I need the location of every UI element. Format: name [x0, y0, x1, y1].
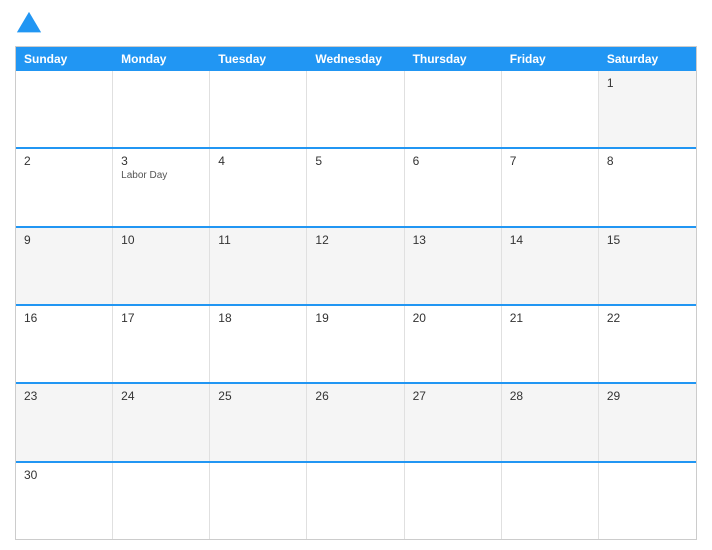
day-number: 17	[121, 311, 201, 325]
day-cell: 11	[210, 228, 307, 304]
day-cell: 22	[599, 306, 696, 382]
day-cell: 3 Labor Day	[113, 149, 210, 225]
day-cell: 15	[599, 228, 696, 304]
day-cell: 21	[502, 306, 599, 382]
day-cell	[210, 71, 307, 147]
weeks: 123Labor Day4567891011121314151617181920…	[16, 71, 696, 539]
day-number: 29	[607, 389, 688, 403]
day-number: 30	[24, 468, 104, 482]
day-cell: 17	[113, 306, 210, 382]
day-number: 4	[218, 154, 298, 168]
day-number: 11	[218, 233, 298, 247]
day-header-monday: Monday	[113, 47, 210, 71]
week-row-4: 23 24 25 26 27 28 29	[16, 382, 696, 460]
day-cell: 1	[599, 71, 696, 147]
day-cell: 23	[16, 384, 113, 460]
day-number: 14	[510, 233, 590, 247]
day-cell: 25	[210, 384, 307, 460]
day-cell: 27	[405, 384, 502, 460]
day-cell: 28	[502, 384, 599, 460]
day-number: 16	[24, 311, 104, 325]
day-cell: 29	[599, 384, 696, 460]
day-cell: 13	[405, 228, 502, 304]
day-number: 25	[218, 389, 298, 403]
day-cell: 20	[405, 306, 502, 382]
day-number: 24	[121, 389, 201, 403]
day-cell: 16	[16, 306, 113, 382]
day-header-thursday: Thursday	[405, 47, 502, 71]
day-header-wednesday: Wednesday	[307, 47, 404, 71]
week-row-3: 16 17 18 19 20 21 22	[16, 304, 696, 382]
day-number: 3	[121, 154, 201, 168]
day-number: 13	[413, 233, 493, 247]
day-cell	[113, 463, 210, 539]
day-cell: 7	[502, 149, 599, 225]
day-cell: 2	[16, 149, 113, 225]
day-cell: 24	[113, 384, 210, 460]
week-row-0: 1	[16, 71, 696, 147]
day-cell: 14	[502, 228, 599, 304]
day-number: 20	[413, 311, 493, 325]
day-header-friday: Friday	[502, 47, 599, 71]
day-number: 7	[510, 154, 590, 168]
day-cell: 4	[210, 149, 307, 225]
week-row-2: 9 10 11 12 13 14 15	[16, 226, 696, 304]
day-cell	[113, 71, 210, 147]
logo-icon	[15, 10, 43, 38]
day-cell	[307, 71, 404, 147]
day-cell	[405, 463, 502, 539]
day-number: 23	[24, 389, 104, 403]
week-row-1: 2 3 Labor Day 4 5 6 7 8	[16, 147, 696, 225]
calendar-container: SundayMondayTuesdayWednesdayThursdayFrid…	[0, 0, 712, 550]
day-number: 9	[24, 233, 104, 247]
day-headers: SundayMondayTuesdayWednesdayThursdayFrid…	[16, 47, 696, 71]
day-number: 5	[315, 154, 395, 168]
calendar-grid: SundayMondayTuesdayWednesdayThursdayFrid…	[15, 46, 697, 540]
day-cell	[405, 71, 502, 147]
day-cell: 30	[16, 463, 113, 539]
day-cell: 8	[599, 149, 696, 225]
day-cell: 6	[405, 149, 502, 225]
day-number: 19	[315, 311, 395, 325]
day-number: 1	[607, 76, 688, 90]
day-header-sunday: Sunday	[16, 47, 113, 71]
day-number: 2	[24, 154, 104, 168]
day-cell: 18	[210, 306, 307, 382]
day-cell: 9	[16, 228, 113, 304]
day-number: 21	[510, 311, 590, 325]
day-cell	[210, 463, 307, 539]
day-cell: 26	[307, 384, 404, 460]
day-header-saturday: Saturday	[599, 47, 696, 71]
day-cell: 19	[307, 306, 404, 382]
day-event: Labor Day	[121, 170, 201, 181]
logo	[15, 10, 47, 38]
day-number: 27	[413, 389, 493, 403]
day-number: 8	[607, 154, 688, 168]
day-number: 15	[607, 233, 688, 247]
day-cell: 10	[113, 228, 210, 304]
day-number: 12	[315, 233, 395, 247]
day-cell	[16, 71, 113, 147]
day-header-tuesday: Tuesday	[210, 47, 307, 71]
week-row-5: 30	[16, 461, 696, 539]
day-number: 22	[607, 311, 688, 325]
day-cell: 12	[307, 228, 404, 304]
day-cell	[502, 71, 599, 147]
day-cell: 5	[307, 149, 404, 225]
calendar-header	[15, 10, 697, 38]
day-number: 6	[413, 154, 493, 168]
day-number: 26	[315, 389, 395, 403]
day-cell	[502, 463, 599, 539]
day-number: 28	[510, 389, 590, 403]
day-cell	[599, 463, 696, 539]
day-number: 18	[218, 311, 298, 325]
day-cell	[307, 463, 404, 539]
day-number: 10	[121, 233, 201, 247]
